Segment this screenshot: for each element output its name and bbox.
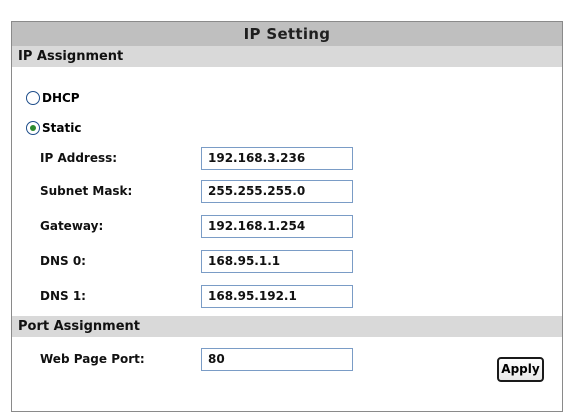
gateway-row: Gateway: 192.168.1.254: [12, 214, 562, 240]
ip-address-input[interactable]: 192.168.3.236: [201, 147, 353, 170]
ip-address-label: IP Address:: [40, 151, 118, 165]
gateway-label: Gateway:: [40, 219, 104, 233]
static-radio[interactable]: [26, 121, 40, 135]
dns1-input[interactable]: 168.95.192.1: [201, 285, 353, 308]
subnet-mask-input[interactable]: 255.255.255.0: [201, 180, 353, 203]
section-port-assignment: Port Assignment: [12, 316, 562, 337]
dns0-row: DNS 0: 168.95.1.1: [12, 249, 562, 275]
subnet-mask-label: Subnet Mask:: [40, 184, 133, 198]
static-option[interactable]: Static: [26, 118, 81, 138]
ip-setting-panel: IP Setting IP Assignment DHCP Static IP …: [11, 21, 563, 412]
panel-title: IP Setting: [12, 22, 562, 46]
subnet-mask-row: Subnet Mask: 255.255.255.0: [12, 179, 562, 205]
section-ip-assignment: IP Assignment: [12, 46, 562, 67]
web-port-input[interactable]: 80: [201, 348, 353, 371]
web-port-row: Web Page Port: 80: [12, 347, 562, 373]
apply-button[interactable]: Apply: [497, 357, 544, 382]
ip-address-row: IP Address: 192.168.3.236: [12, 146, 562, 172]
web-port-label: Web Page Port:: [40, 352, 145, 366]
dns1-label: DNS 1:: [40, 289, 86, 303]
dns0-input[interactable]: 168.95.1.1: [201, 250, 353, 273]
dhcp-option[interactable]: DHCP: [26, 88, 80, 108]
static-label: Static: [42, 121, 82, 135]
dns1-row: DNS 1: 168.95.192.1: [12, 284, 562, 310]
dhcp-radio[interactable]: [26, 91, 40, 105]
dns0-label: DNS 0:: [40, 254, 86, 268]
dhcp-label: DHCP: [42, 91, 80, 105]
gateway-input[interactable]: 192.168.1.254: [201, 215, 353, 238]
